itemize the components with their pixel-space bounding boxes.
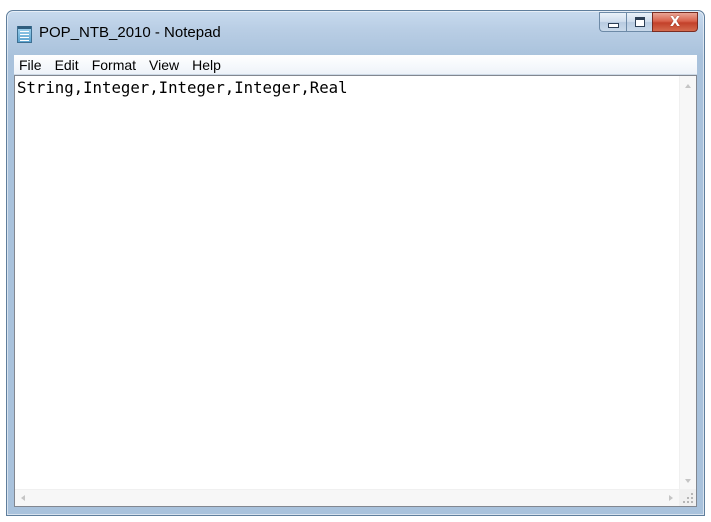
close-icon: X xyxy=(669,14,681,30)
minimize-icon xyxy=(607,22,619,28)
editor-text-area[interactable]: String,Integer,Integer,Integer,Real xyxy=(15,76,679,489)
scroll-down-arrow-icon[interactable] xyxy=(685,479,691,483)
resize-grip-icon[interactable] xyxy=(679,489,696,506)
text-editor: String,Integer,Integer,Integer,Real xyxy=(14,75,697,507)
menu-file[interactable]: File xyxy=(14,55,49,75)
title-bar[interactable]: POP_NTB_2010 - Notepad X xyxy=(7,11,704,55)
caption-buttons: X xyxy=(599,12,698,32)
menu-edit[interactable]: Edit xyxy=(49,55,86,75)
maximize-icon xyxy=(634,17,645,27)
notepad-icon[interactable] xyxy=(17,26,32,43)
menu-view[interactable]: View xyxy=(143,55,186,75)
scroll-right-arrow-icon[interactable] xyxy=(669,495,673,501)
window-title: POP_NTB_2010 - Notepad xyxy=(39,24,221,41)
notepad-window: POP_NTB_2010 - Notepad X File Edit Forma… xyxy=(6,10,705,516)
vertical-scrollbar[interactable] xyxy=(679,76,696,489)
scroll-up-arrow-icon[interactable] xyxy=(685,84,691,88)
menu-help[interactable]: Help xyxy=(186,55,228,75)
horizontal-scrollbar[interactable] xyxy=(15,489,679,506)
menu-format[interactable]: Format xyxy=(86,55,143,75)
menu-bar: File Edit Format View Help xyxy=(14,55,697,75)
scroll-left-arrow-icon[interactable] xyxy=(21,495,25,501)
maximize-button[interactable] xyxy=(626,12,652,32)
close-button[interactable]: X xyxy=(652,12,698,32)
minimize-button[interactable] xyxy=(599,12,626,32)
